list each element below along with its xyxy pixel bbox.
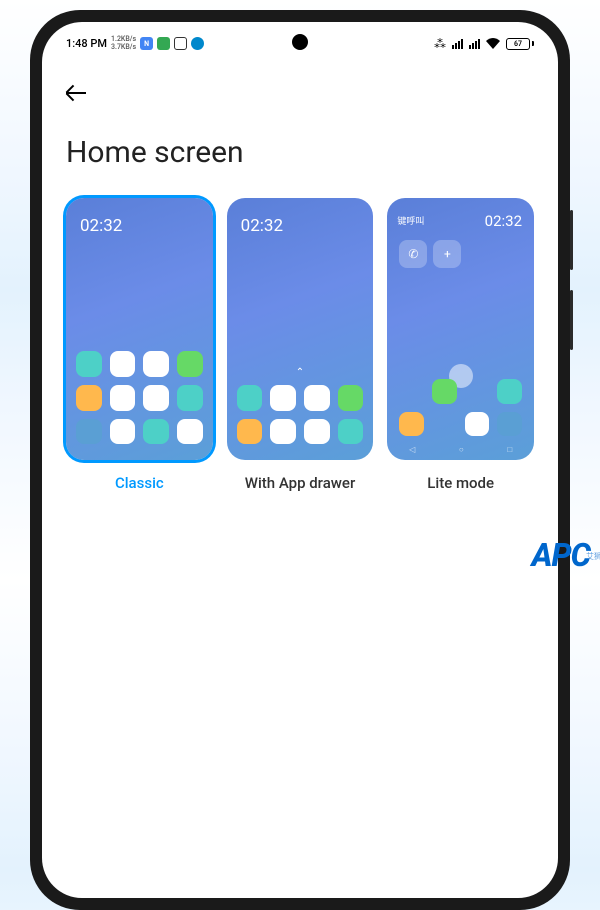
volume-button — [570, 210, 573, 270]
add-tile-icon: + — [433, 240, 461, 268]
phone-tile-icon: ✆ — [399, 240, 427, 268]
phone-frame: 1:48 PM 1.2KB/s 3.7KB/s N ⁂ 67 — [30, 10, 570, 910]
watermark-logo: APC — [532, 536, 590, 574]
bluetooth-icon: ⁂ — [434, 37, 446, 51]
back-arrow-icon — [66, 92, 86, 94]
option-label-classic: Classic — [66, 474, 213, 492]
back-button[interactable] — [66, 81, 90, 105]
option-app-drawer[interactable]: 02:32 ⌃ With App drawer — [227, 198, 374, 492]
drawer-chevron-icon: ⌃ — [296, 367, 304, 378]
power-button — [570, 290, 573, 350]
wifi-icon — [486, 38, 500, 49]
preview-app-drawer: 02:32 ⌃ — [227, 198, 374, 460]
status-time: 1:48 PM — [66, 37, 107, 50]
net-speed: 1.2KB/s 3.7KB/s — [111, 36, 136, 51]
phone-screen: 1:48 PM 1.2KB/s 3.7KB/s N ⁂ 67 — [42, 22, 558, 898]
silent-icon — [174, 37, 187, 50]
nfc-icon: N — [140, 37, 153, 50]
option-label-app-drawer: With App drawer — [227, 474, 374, 492]
home-screen-options: 02:32 Classic 02:32 ⌃ — [66, 198, 534, 492]
option-lite-mode[interactable]: 键呼叫 02:32 ✆ + ◁○□ Lite mode — [387, 198, 534, 492]
battery-icon: 67 — [506, 38, 534, 50]
signal-2-icon — [469, 39, 480, 49]
camera-notch — [292, 34, 308, 50]
signal-1-icon — [452, 39, 463, 49]
preview-lite-mode: 键呼叫 02:32 ✆ + ◁○□ — [387, 198, 534, 460]
page-title: Home screen — [66, 135, 534, 170]
telegram-icon — [191, 37, 204, 50]
status-green-icon — [157, 37, 170, 50]
option-label-lite-mode: Lite mode — [387, 474, 534, 492]
option-classic[interactable]: 02:32 Classic — [66, 198, 213, 492]
preview-classic: 02:32 — [66, 198, 213, 460]
watermark-sub: 艾狮 — [586, 551, 600, 562]
